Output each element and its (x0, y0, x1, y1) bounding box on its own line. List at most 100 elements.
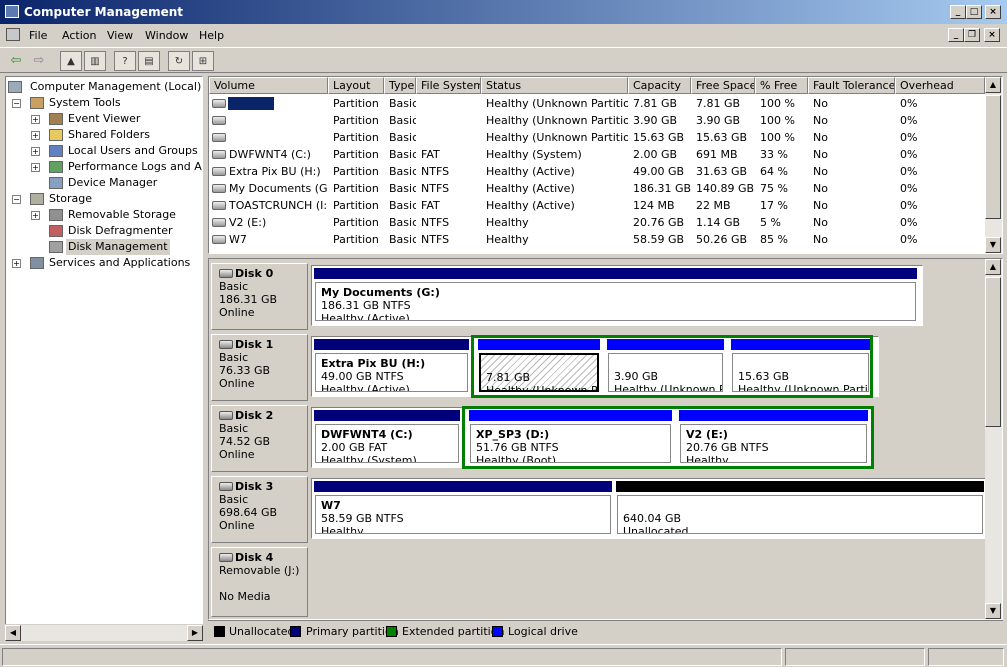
scroll-down-icon[interactable]: ▼ (985, 237, 1001, 253)
maximize-button[interactable]: □ (966, 5, 982, 19)
column-header[interactable]: Free Space (691, 77, 755, 94)
expand-icon[interactable]: + (12, 259, 21, 268)
scroll-up-icon[interactable]: ▲ (985, 259, 1001, 275)
partition-body: 640.04 GB Unallocated (617, 495, 983, 534)
table-row[interactable]: W7 Partition Basic NTFS Healthy 58.59 GB 50.26… (209, 231, 989, 248)
collapse-icon[interactable]: − (12, 99, 21, 108)
column-header[interactable]: Type (384, 77, 416, 94)
help-icon[interactable]: ? (114, 51, 136, 71)
table-row[interactable]: TOASTCRUNCH (I:) Partition Basic FAT Healthy… (209, 197, 989, 214)
menu-file[interactable]: File (29, 29, 47, 42)
partition-logical-selected[interactable]: 7.81 GBHealthy (Unknown Parti (478, 339, 600, 393)
disk-row: Disk 3 Basic 698.64 GB Online W7 58.59 GB NTF… (211, 476, 987, 543)
child-close-button[interactable]: × (984, 28, 1000, 42)
table-cell: Partition (333, 216, 379, 229)
disk-status: Online (219, 306, 255, 319)
tree-item-label: Disk Management (66, 239, 170, 255)
properties-icon[interactable]: ▤ (138, 51, 160, 71)
table-row[interactable]: V2 (E:) Partition Basic NTFS Healthy 20.76 GB… (209, 214, 989, 231)
table-cell: 0% (900, 97, 918, 110)
title-bar: Computer Management _ □ × (0, 0, 1007, 24)
table-cell: 15.63 GB (633, 131, 685, 144)
expand-icon[interactable]: + (31, 131, 40, 140)
partition-logical[interactable]: 15.63 GB Healthy (Unknown Partitio (731, 339, 870, 393)
tree-item-label: Removable Storage (68, 208, 176, 221)
child-restore-button[interactable]: ❐ (964, 28, 980, 42)
scroll-left-icon[interactable]: ◀ (5, 625, 21, 641)
table-cell: Partition (333, 148, 379, 161)
partition-unallocated[interactable]: 640.04 GB Unallocated (616, 481, 984, 535)
column-header[interactable]: % Free (755, 77, 808, 94)
column-header[interactable]: Capacity (628, 77, 691, 94)
partition-primary[interactable]: My Documents (G:) 186.31 GB NTFS Healthy (… (314, 268, 917, 322)
partition-logical[interactable]: 3.90 GBHealthy (Unknown Par (607, 339, 724, 393)
partition-name: DWFWNT4 (C:) (321, 428, 413, 441)
menu-view[interactable]: View (107, 29, 133, 42)
scroll-up-icon[interactable]: ▲ (985, 77, 1001, 93)
export-list-icon[interactable]: ⊞ (192, 51, 214, 71)
scroll-thumb[interactable] (985, 95, 1001, 219)
disk-status: Online (219, 519, 255, 532)
disk-label[interactable]: Disk 0 Basic 186.31 GB Online (211, 263, 308, 330)
table-row[interactable]: Partition Basic Healthy (Unknown Partition… (209, 95, 989, 112)
partition-primary[interactable]: DWFWNT4 (C:) 2.00 GB FAT Healthy (System) (314, 410, 460, 464)
partition-status: Healthy (686, 454, 729, 463)
table-row[interactable]: My Documents (G:) Partition Basic NTFS Healt… (209, 180, 989, 197)
partition-size: 58.59 GB NTFS (321, 512, 404, 525)
menu-window[interactable]: Window (145, 29, 188, 42)
disk-row: Disk 4 Removable (J:) No Media (211, 547, 981, 617)
back-arrow-icon[interactable]: ⇦ (5, 51, 27, 71)
event-viewer-icon (49, 113, 63, 125)
expand-icon[interactable]: + (31, 115, 40, 124)
partition-primary[interactable]: W7 58.59 GB NTFS Healthy (314, 481, 612, 535)
partition-status: Healthy (Active) (321, 312, 410, 321)
disk-label[interactable]: Disk 2 Basic 74.52 GB Online (211, 405, 308, 472)
column-header[interactable]: Volume (209, 77, 328, 94)
table-row[interactable]: Partition Basic Healthy (Unknown Partition… (209, 112, 989, 129)
menu-help[interactable]: Help (199, 29, 224, 42)
partition-logical[interactable]: V2 (E:) 20.76 GB NTFS Healthy (679, 410, 868, 464)
expand-icon[interactable]: + (31, 163, 40, 172)
partition-primary[interactable]: Extra Pix BU (H:) 49.00 GB NTFS Healthy (A… (314, 339, 469, 393)
up-folder-icon[interactable]: ▲ (60, 51, 82, 71)
expand-icon[interactable]: + (31, 147, 40, 156)
table-row[interactable]: Partition Basic Healthy (Unknown Partition… (209, 129, 989, 146)
table-cell: Healthy (Active) (486, 199, 575, 212)
child-minimize-button[interactable]: _ (948, 28, 964, 42)
forward-arrow-icon[interactable]: ⇨ (28, 51, 50, 71)
scroll-down-icon[interactable]: ▼ (985, 603, 1001, 619)
table-cell: 100 % (760, 114, 795, 127)
disk-label[interactable]: Disk 4 Removable (J:) No Media (211, 547, 308, 617)
column-header[interactable]: Status (481, 77, 628, 94)
column-header[interactable]: File System (416, 77, 481, 94)
minimize-button[interactable]: _ (950, 5, 966, 19)
disk-label[interactable]: Disk 3 Basic 698.64 GB Online (211, 476, 308, 543)
column-header[interactable]: Overhead (895, 77, 985, 94)
close-button[interactable]: × (985, 5, 1001, 19)
partition-color-bar (616, 481, 984, 492)
partition-logical[interactable]: XP_SP3 (D:) 51.76 GB NTFS Healthy (Boot) (469, 410, 672, 464)
disk-icon (219, 553, 233, 562)
expand-icon[interactable]: + (31, 211, 40, 220)
app-menu-icon[interactable] (6, 28, 20, 41)
volume-list-scrollbar[interactable]: ▲ ▼ (985, 77, 1002, 253)
column-header[interactable]: Layout (328, 77, 384, 94)
column-header[interactable]: Fault Tolerance (808, 77, 895, 94)
partition-body: Extra Pix BU (H:) 49.00 GB NTFS Healthy (A… (315, 353, 468, 392)
disk-label[interactable]: Disk 1 Basic 76.33 GB Online (211, 334, 308, 401)
disk-map-scrollbar[interactable]: ▲ ▼ (985, 259, 1002, 619)
table-row[interactable]: DWFWNT4 (C:) Partition Basic FAT Healthy (Sy… (209, 146, 989, 163)
collapse-icon[interactable]: − (12, 195, 21, 204)
partition-body: 3.90 GBHealthy (Unknown Par (608, 353, 723, 392)
menu-action[interactable]: Action (62, 29, 96, 42)
table-row[interactable]: Extra Pix BU (H:) Partition Basic NTFS Healt… (209, 163, 989, 180)
refresh-icon[interactable]: ↻ (168, 51, 190, 71)
toolbar: ⇦ ⇨ ▲ ▥ ? ▤ ↻ ⊞ (0, 47, 1007, 73)
show-hide-tree-icon[interactable]: ▥ (84, 51, 106, 71)
partition-body: DWFWNT4 (C:) 2.00 GB FAT Healthy (System) (315, 424, 459, 463)
scroll-right-icon[interactable]: ▶ (187, 625, 203, 641)
table-cell: Basic (389, 165, 416, 178)
scroll-thumb[interactable] (985, 277, 1001, 427)
tree-horizontal-scrollbar[interactable]: ◀ ▶ (5, 624, 203, 641)
table-cell: Basic (389, 199, 416, 212)
